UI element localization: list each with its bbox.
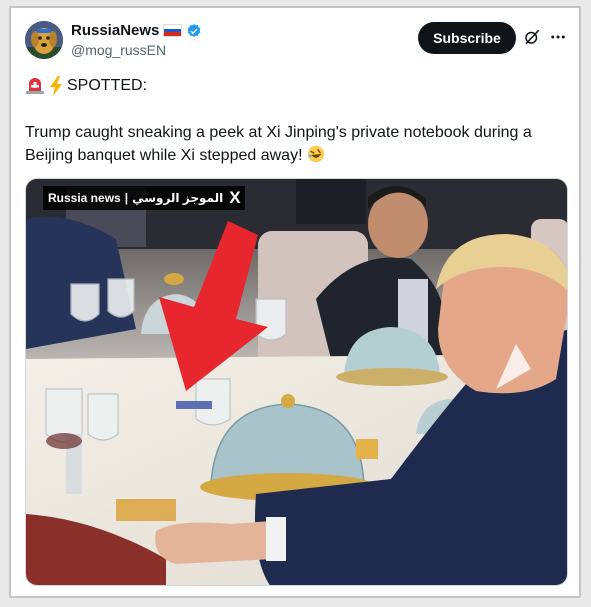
verified-badge-icon xyxy=(187,23,201,37)
subscribe-button[interactable]: Subscribe xyxy=(418,22,516,54)
post-body-text: Trump caught sneaking a peek at Xi Jinpi… xyxy=(25,124,532,164)
siren-icon xyxy=(26,78,44,94)
author-display-name[interactable]: RussiaNews xyxy=(71,22,159,39)
more-options-icon[interactable] xyxy=(549,28,567,46)
watermark-separator: | xyxy=(124,191,129,205)
watermark-arabic-text: الموجز الروسي xyxy=(132,191,224,205)
author-handle[interactable]: @mog_russEN xyxy=(71,42,166,58)
post-card: RussiaNews @mog_russEN Subscribe SPOTTED… xyxy=(9,6,581,598)
post-media-video[interactable]: Russia news | الموجز الروسي X xyxy=(25,178,568,586)
x-logo-icon: X xyxy=(229,188,241,207)
lightning-icon xyxy=(50,76,62,96)
grok-icon[interactable] xyxy=(523,28,541,46)
post-header-text: SPOTTED: xyxy=(67,77,148,94)
post-text: Trump caught sneaking a peek at Xi Jinpi… xyxy=(25,121,565,167)
author-avatar[interactable] xyxy=(25,21,63,59)
rolling-laughing-icon xyxy=(307,145,325,163)
banquet-scene-image xyxy=(26,179,567,585)
watermark-left-text: Russia news xyxy=(48,191,121,205)
russia-flag-icon xyxy=(163,24,183,37)
post-header-line: SPOTTED: xyxy=(25,76,147,96)
video-watermark: Russia news | الموجز الروسي X xyxy=(43,186,245,210)
author-name-row: RussiaNews xyxy=(71,22,202,39)
